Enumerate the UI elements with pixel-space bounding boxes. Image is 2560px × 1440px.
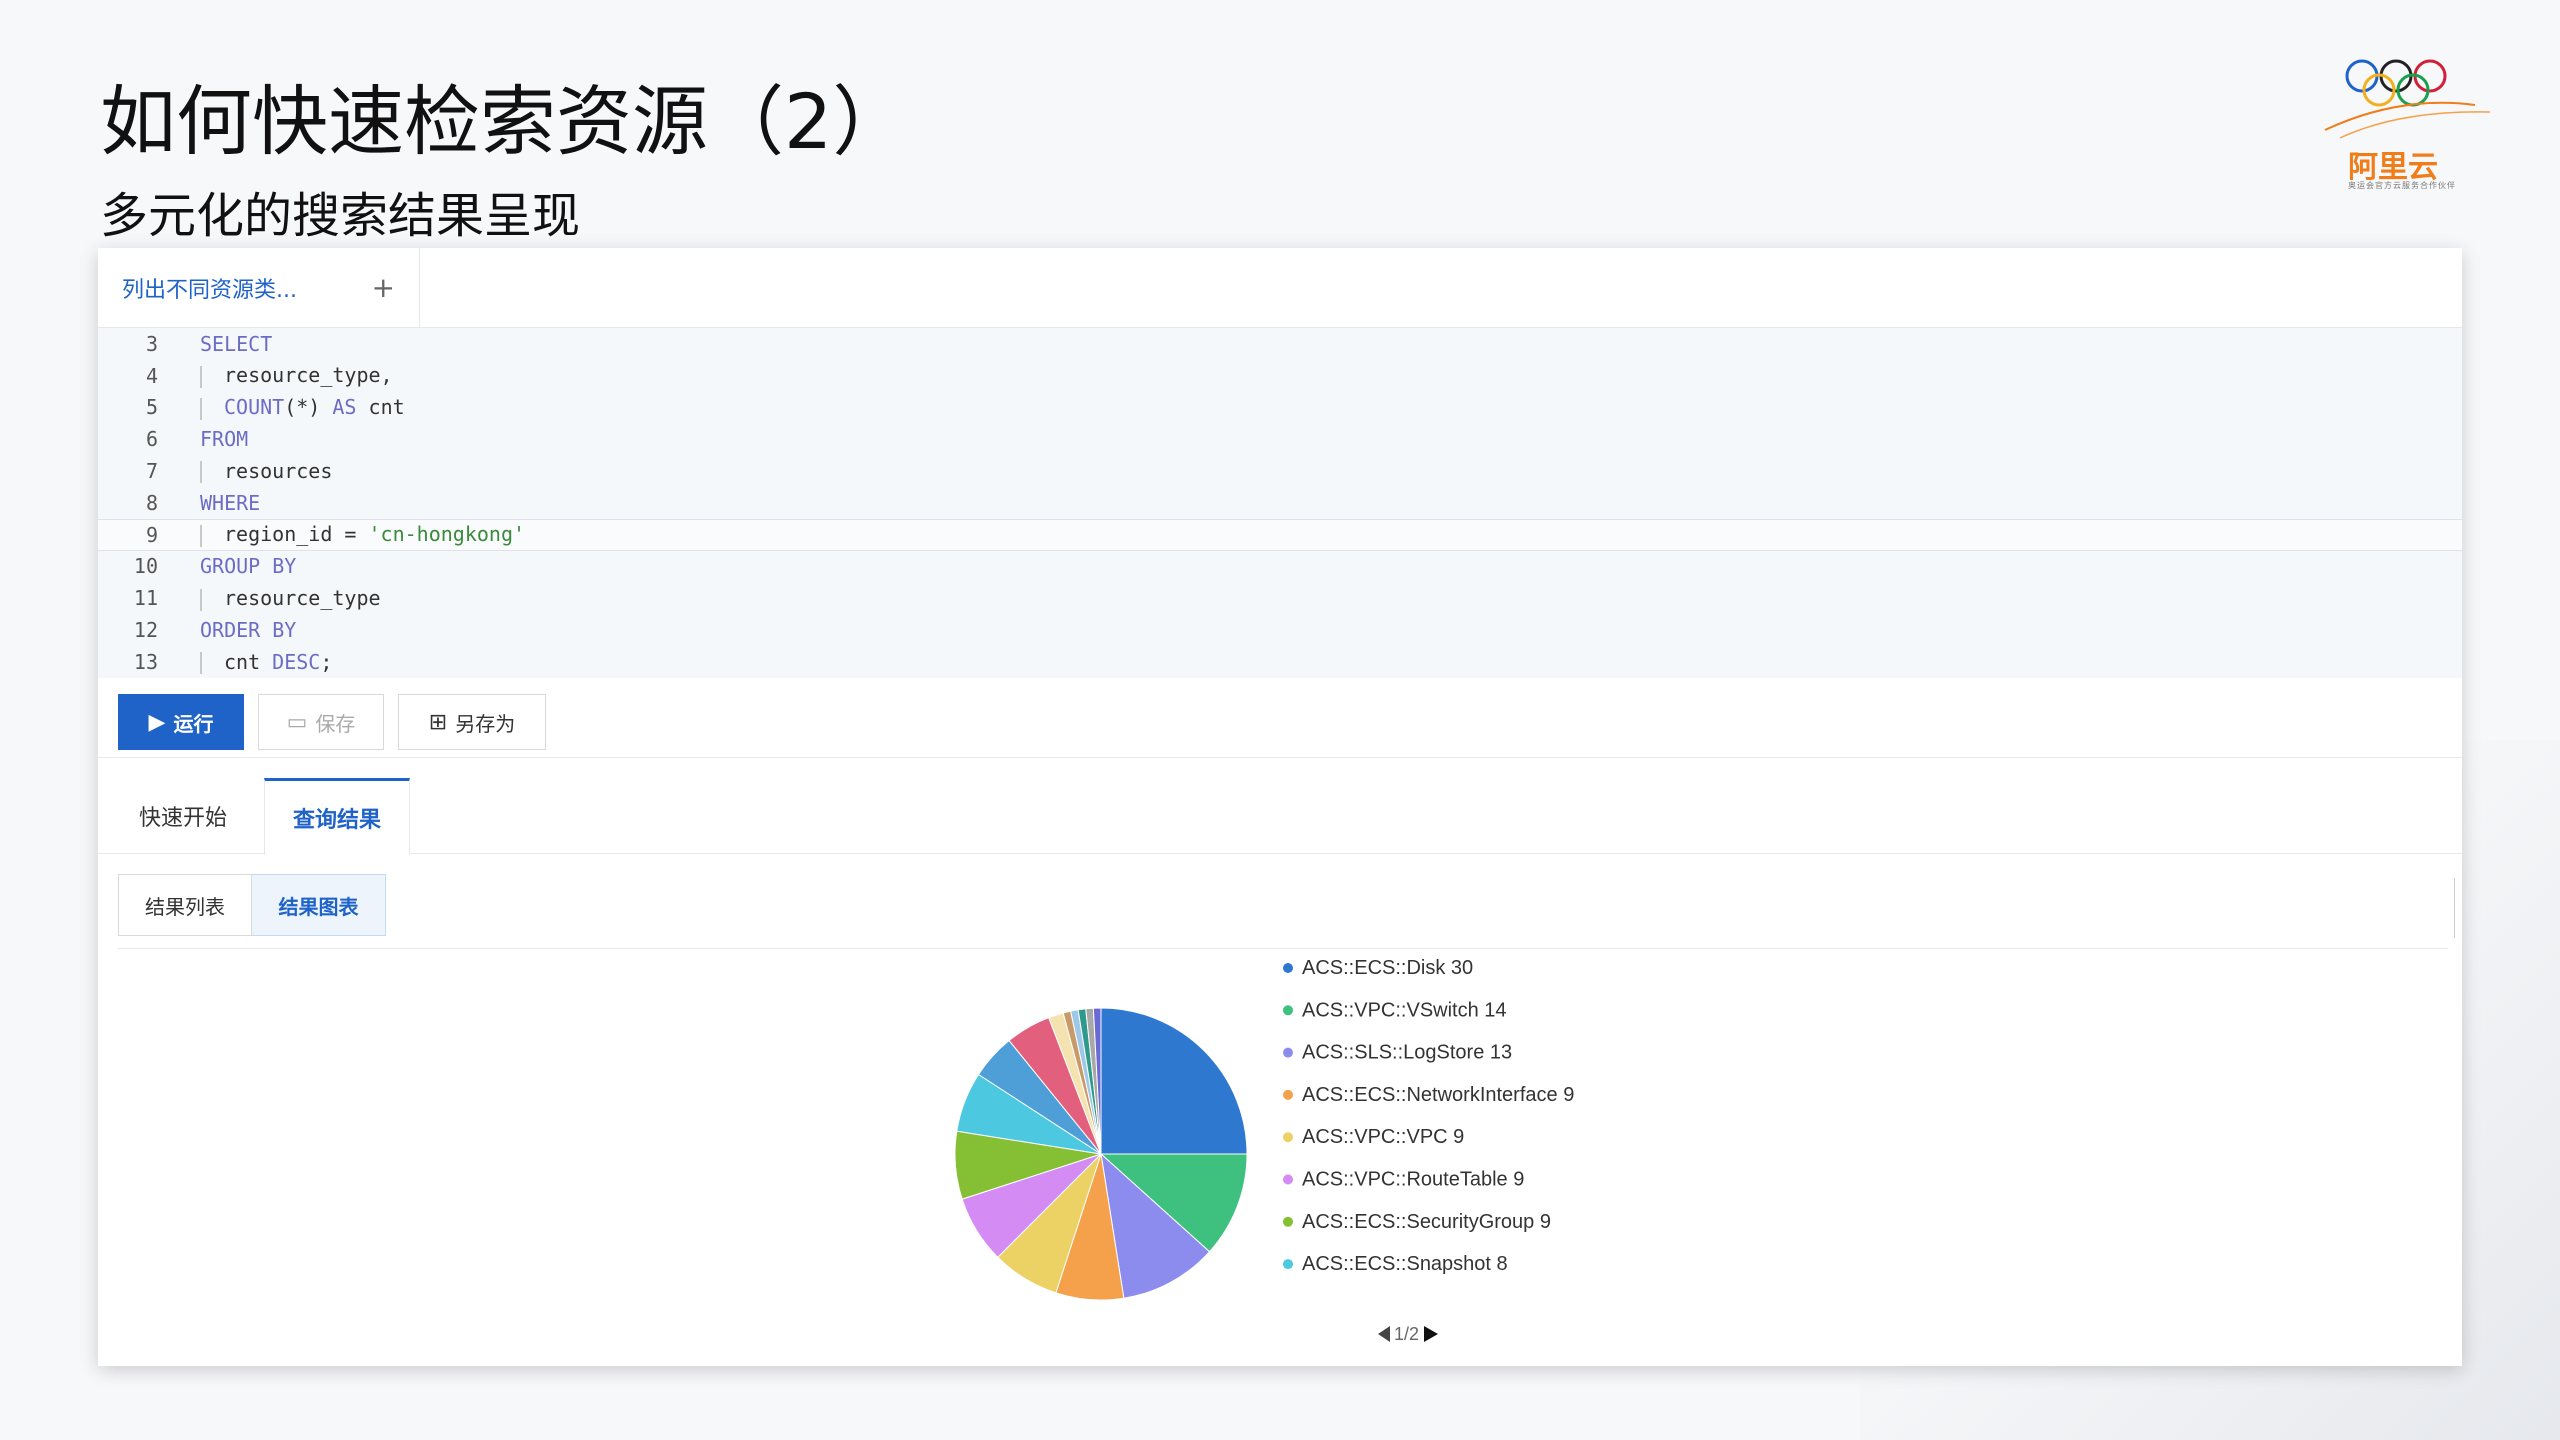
legend-swatch bbox=[1283, 1005, 1293, 1016]
legend-swatch bbox=[1283, 963, 1293, 973]
legend-item[interactable]: ACS::SLS::LogStore 13 bbox=[1302, 1042, 1512, 1064]
legend-swatch bbox=[1283, 1174, 1293, 1185]
legend-item[interactable]: ACS::ECS::NetworkInterface 9 bbox=[1302, 1084, 1574, 1106]
legend-item[interactable]: ACS::VPC::VSwitch 14 bbox=[1302, 999, 1507, 1021]
legend-item[interactable]: ACS::ECS::Snapshot 8 bbox=[1302, 1253, 1508, 1275]
legend-swatch bbox=[1283, 1047, 1293, 1058]
legend-swatch bbox=[1283, 1089, 1293, 1100]
pager-label: 1/2 bbox=[1394, 1324, 1419, 1344]
legend-item[interactable]: ACS::VPC::RouteTable 9 bbox=[1302, 1169, 1524, 1191]
legend-item[interactable]: ACS::ECS::Disk 30 bbox=[1302, 957, 1473, 979]
olympic-rings-icon bbox=[2324, 59, 2491, 139]
legend-swatch bbox=[1283, 1132, 1293, 1143]
legend-item[interactable]: ACS::ECS::SecurityGroup 9 bbox=[1302, 1211, 1551, 1233]
resource-search-panel: 列出不同资源类... + 3 SELECT 4 resource_type, 5 COUN… bbox=[98, 248, 2462, 1366]
pager-next-icon[interactable] bbox=[1424, 1326, 1438, 1342]
pie-slice[interactable] bbox=[1100, 1007, 1248, 1155]
legend-swatch bbox=[1283, 1259, 1293, 1270]
aliyun-logo: 阿里云 奥运会官方云服务合作伙伴 bbox=[2320, 50, 2500, 200]
legend-item[interactable]: ACS::VPC::VPC 9 bbox=[1302, 1126, 1464, 1148]
brand-slogan: 奥运会官方云服务合作伙伴 bbox=[2348, 181, 2456, 190]
legend-swatch bbox=[1283, 1216, 1293, 1227]
pager-prev-icon[interactable] bbox=[1378, 1326, 1390, 1342]
slide-subtitle: 多元化的搜索结果呈现 bbox=[100, 188, 581, 244]
result-pie-chart: ACS::ECS::Disk 30ACS::VPC::VSwitch 14ACS… bbox=[954, 957, 1574, 1344]
slide-title: 如何快速检索资源（2） bbox=[100, 77, 909, 166]
